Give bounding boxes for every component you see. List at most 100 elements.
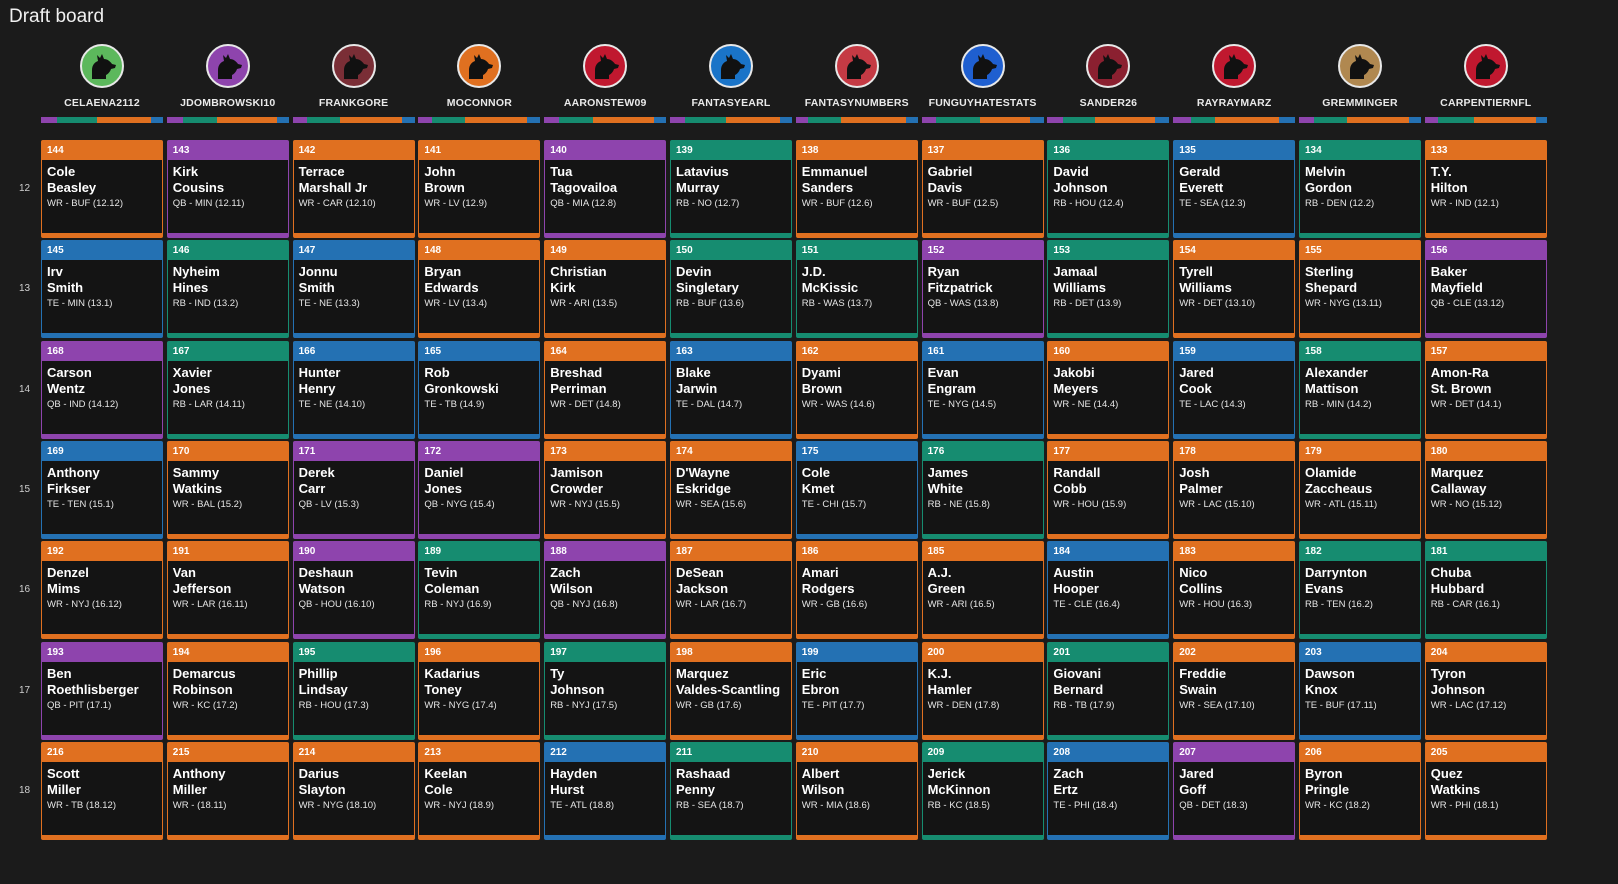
pick-card[interactable]: 214 Darius Slayton WR - NYG (18.10) [292, 741, 415, 840]
pick-card[interactable]: 166 Hunter Henry TE - NE (14.10) [292, 340, 415, 439]
team-header[interactable]: RAYRAYMARZ [1173, 44, 1295, 109]
pick-card[interactable]: 162 Dyami Brown WR - WAS (14.6) [795, 340, 918, 439]
pick-card[interactable]: 173 Jamison Crowder WR - NYJ (15.5) [544, 440, 667, 539]
pick-card[interactable]: 177 Randall Cobb WR - HOU (15.9) [1047, 440, 1170, 539]
pick-card[interactable]: 211 Rashaad Penny RB - SEA (18.7) [670, 741, 792, 840]
pick-card[interactable]: 152 Ryan Fitzpatrick QB - WAS (13.8) [921, 240, 1044, 339]
pick-card[interactable]: 179 Olamide Zaccheaus WR - ATL (15.11) [1299, 440, 1421, 539]
pick-card[interactable]: 144 Cole Beasley WR - BUF (12.12) [41, 140, 163, 238]
pick-card[interactable]: 176 James White RB - NE (15.8) [921, 440, 1044, 539]
team-header[interactable]: JDOMBROWSKI10 [167, 44, 289, 109]
pick-card[interactable]: 174 D'Wayne Eskridge WR - SEA (15.6) [670, 440, 792, 539]
pick-card[interactable]: 212 Hayden Hurst TE - ATL (18.8) [544, 741, 667, 840]
pick-card[interactable]: 155 Sterling Shepard WR - NYG (13.11) [1299, 240, 1421, 339]
pick-card[interactable]: 182 Darrynton Evans RB - TEN (16.2) [1299, 541, 1421, 640]
pick-card[interactable]: 163 Blake Jarwin TE - DAL (14.7) [670, 340, 792, 439]
pick-card[interactable]: 195 Phillip Lindsay RB - HOU (17.3) [292, 641, 415, 740]
pick-card[interactable]: 135 Gerald Everett TE - SEA (12.3) [1173, 140, 1296, 238]
pick-card[interactable]: 172 Daniel Jones QB - NYG (15.4) [418, 440, 541, 539]
team-header[interactable]: AARONSTEW09 [544, 44, 666, 109]
pick-card[interactable]: 201 Giovani Bernard RB - TB (17.9) [1047, 641, 1170, 740]
pick-card[interactable]: 213 Keelan Cole WR - NYJ (18.9) [418, 741, 541, 840]
pick-card[interactable]: 186 Amari Rodgers WR - GB (16.6) [795, 541, 918, 640]
pick-card[interactable]: 165 Rob Gronkowski TE - TB (14.9) [418, 340, 541, 439]
pick-card[interactable]: 216 Scott Miller WR - TB (18.12) [41, 741, 163, 840]
pick-card[interactable]: 193 Ben Roethlisberger QB - PIT (17.1) [41, 641, 163, 740]
pick-card[interactable]: 160 Jakobi Meyers WR - NE (14.4) [1047, 340, 1170, 439]
pick-card[interactable]: 204 Tyron Johnson WR - LAC (17.12) [1424, 641, 1547, 740]
pick-card[interactable]: 185 A.J. Green WR - ARI (16.5) [921, 541, 1044, 640]
avatar[interactable] [583, 44, 628, 88]
avatar[interactable] [331, 44, 376, 88]
avatar[interactable] [1086, 44, 1131, 88]
pick-card[interactable]: 184 Austin Hooper TE - CLE (16.4) [1047, 541, 1170, 640]
pick-card[interactable]: 133 T.Y. Hilton WR - IND (12.1) [1424, 140, 1547, 238]
pick-card[interactable]: 157 Amon-Ra St. Brown WR - DET (14.1) [1424, 340, 1547, 439]
avatar[interactable] [1338, 44, 1382, 88]
pick-card[interactable]: 150 Devin Singletary RB - BUF (13.6) [670, 240, 792, 339]
pick-card[interactable]: 207 Jared Goff QB - DET (18.3) [1173, 741, 1296, 840]
pick-card[interactable]: 202 Freddie Swain WR - SEA (17.10) [1173, 641, 1296, 740]
pick-card[interactable]: 156 Baker Mayfield QB - CLE (13.12) [1424, 240, 1547, 339]
pick-card[interactable]: 215 Anthony Miller WR - (18.11) [166, 741, 289, 840]
pick-card[interactable]: 167 Xavier Jones RB - LAR (14.11) [166, 340, 289, 439]
team-header[interactable]: FRANKGORE [293, 44, 415, 109]
pick-card[interactable]: 199 Eric Ebron TE - PIT (17.7) [795, 641, 918, 740]
pick-card[interactable]: 148 Bryan Edwards WR - LV (13.4) [418, 240, 541, 339]
avatar[interactable] [205, 44, 250, 88]
avatar[interactable] [80, 44, 124, 88]
pick-card[interactable]: 206 Byron Pringle WR - KC (18.2) [1299, 741, 1421, 840]
pick-card[interactable]: 158 Alexander Mattison RB - MIN (14.2) [1299, 340, 1421, 439]
pick-card[interactable]: 187 DeSean Jackson WR - LAR (16.7) [670, 541, 792, 640]
avatar[interactable] [834, 44, 879, 88]
team-header[interactable]: FANTASYEARL [670, 44, 792, 109]
pick-card[interactable]: 200 K.J. Hamler WR - DEN (17.8) [921, 641, 1044, 740]
pick-card[interactable]: 154 Tyrell Williams WR - DET (13.10) [1173, 240, 1296, 339]
pick-card[interactable]: 161 Evan Engram TE - NYG (14.5) [921, 340, 1044, 439]
pick-card[interactable]: 205 Quez Watkins WR - PHI (18.1) [1424, 741, 1547, 840]
pick-card[interactable]: 208 Zach Ertz TE - PHI (18.4) [1047, 741, 1170, 840]
team-header[interactable]: CARPENTIERNFL [1425, 44, 1547, 109]
team-header[interactable]: CELAENA2112 [41, 44, 163, 109]
team-header[interactable]: FANTASYNUMBERS [796, 44, 918, 109]
pick-card[interactable]: 203 Dawson Knox TE - BUF (17.11) [1299, 641, 1421, 740]
pick-card[interactable]: 192 Denzel Mims WR - NYJ (16.12) [41, 541, 163, 640]
pick-card[interactable]: 143 Kirk Cousins QB - MIN (12.11) [166, 140, 289, 238]
pick-card[interactable]: 145 Irv Smith TE - MIN (13.1) [41, 240, 163, 339]
pick-card[interactable]: 138 Emmanuel Sanders WR - BUF (12.6) [795, 140, 918, 238]
pick-card[interactable]: 153 Jamaal Williams RB - DET (13.9) [1047, 240, 1170, 339]
avatar[interactable] [960, 44, 1005, 88]
pick-card[interactable]: 210 Albert Wilson WR - MIA (18.6) [795, 741, 918, 840]
pick-card[interactable]: 164 Breshad Perriman WR - DET (14.8) [544, 340, 667, 439]
team-header[interactable]: SANDER26 [1047, 44, 1169, 109]
pick-card[interactable]: 168 Carson Wentz QB - IND (14.12) [41, 340, 163, 439]
pick-card[interactable]: 175 Cole Kmet TE - CHI (15.7) [795, 440, 918, 539]
pick-card[interactable]: 189 Tevin Coleman RB - NYJ (16.9) [418, 541, 541, 640]
pick-card[interactable]: 134 Melvin Gordon RB - DEN (12.2) [1299, 140, 1421, 238]
pick-card[interactable]: 197 Ty Johnson RB - NYJ (17.5) [544, 641, 667, 740]
pick-card[interactable]: 141 John Brown WR - LV (12.9) [418, 140, 541, 238]
pick-card[interactable]: 188 Zach Wilson QB - NYJ (16.8) [544, 541, 667, 640]
pick-card[interactable]: 198 Marquez Valdes-Scantling WR - GB (17.6) [670, 641, 792, 740]
pick-card[interactable]: 159 Jared Cook TE - LAC (14.3) [1173, 340, 1296, 439]
avatar[interactable] [1212, 44, 1257, 88]
avatar[interactable] [457, 44, 502, 88]
pick-card[interactable]: 171 Derek Carr QB - LV (15.3) [292, 440, 415, 539]
pick-card[interactable]: 140 Tua Tagovailoa QB - MIA (12.8) [544, 140, 667, 238]
avatar[interactable] [709, 44, 753, 88]
team-header[interactable]: GREMMINGER [1299, 44, 1421, 109]
pick-card[interactable]: 139 Latavius Murray RB - NO (12.7) [670, 140, 792, 238]
pick-card[interactable]: 209 Jerick McKinnon RB - KC (18.5) [921, 741, 1044, 840]
pick-card[interactable]: 169 Anthony Firkser TE - TEN (15.1) [41, 440, 163, 539]
team-header[interactable]: MOCONNOR [418, 44, 540, 109]
pick-card[interactable]: 191 Van Jefferson WR - LAR (16.11) [166, 541, 289, 640]
pick-card[interactable]: 170 Sammy Watkins WR - BAL (15.2) [166, 440, 289, 539]
pick-card[interactable]: 142 Terrace Marshall Jr WR - CAR (12.10) [292, 140, 415, 238]
pick-card[interactable]: 149 Christian Kirk WR - ARI (13.5) [544, 240, 667, 339]
pick-card[interactable]: 183 Nico Collins WR - HOU (16.3) [1173, 541, 1296, 640]
avatar[interactable] [1463, 44, 1508, 88]
pick-card[interactable]: 146 Nyheim Hines RB - IND (13.2) [166, 240, 289, 339]
pick-card[interactable]: 151 J.D. McKissic RB - WAS (13.7) [795, 240, 918, 339]
pick-card[interactable]: 196 Kadarius Toney WR - NYG (17.4) [418, 641, 541, 740]
team-header[interactable]: FUNGUYHATESTATS [922, 44, 1044, 109]
